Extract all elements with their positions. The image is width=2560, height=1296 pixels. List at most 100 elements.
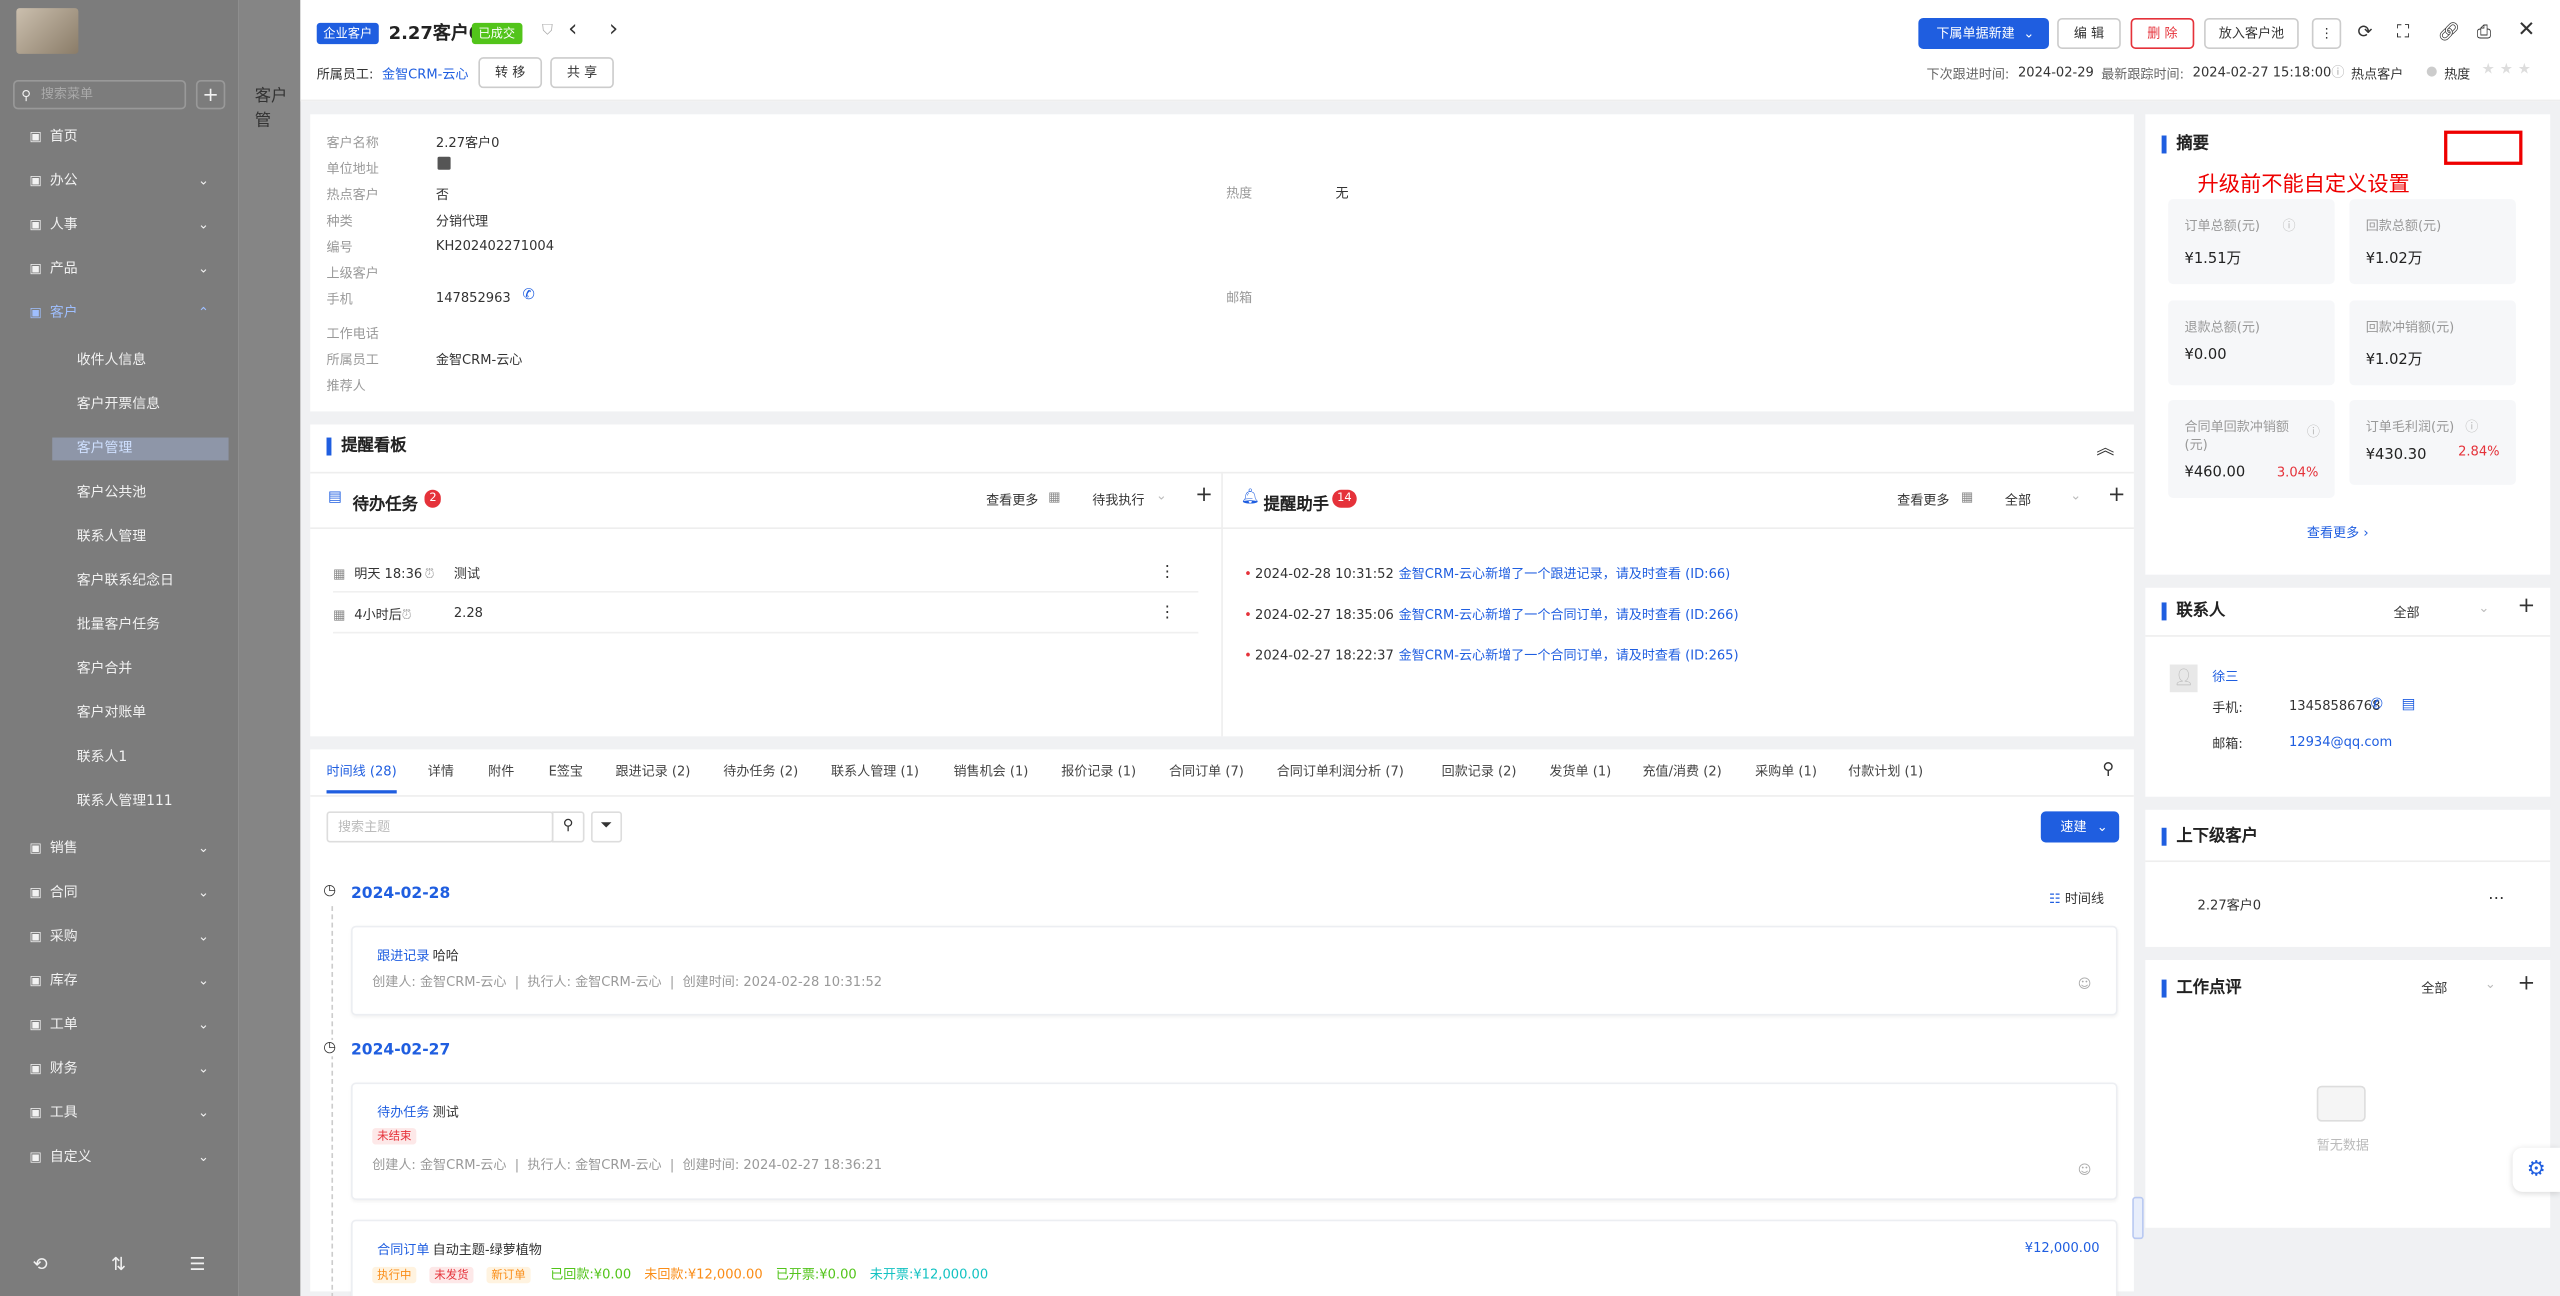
tab[interactable]: 采购单 (1) bbox=[1755, 762, 1817, 780]
smile-icon[interactable]: ☺ bbox=[2078, 1162, 2092, 1177]
sidebar-item[interactable]: ▣ 产品 ⌄ bbox=[29, 258, 222, 281]
more-vertical-icon[interactable]: ⋮ bbox=[1159, 604, 1175, 622]
todo-row[interactable]: ▦ 4小时后 ⏰︎ 2.28 ⋮ bbox=[333, 604, 1199, 634]
sidebar-subitem[interactable]: 收件人信息 bbox=[77, 349, 146, 372]
prev-record-icon[interactable]: ‹ bbox=[568, 16, 577, 42]
reminder-text[interactable]: 金智CRM-云心新增了一个合同订单，请及时查看 (ID:265) bbox=[1399, 648, 1739, 663]
more-actions-icon[interactable]: ⋮ bbox=[2311, 17, 2342, 49]
contacts-filter-select[interactable]: 全部 bbox=[2393, 604, 2419, 622]
fullscreen-icon[interactable]: ⛶ bbox=[2397, 21, 2410, 44]
tab[interactable]: 充值/消费 (2) bbox=[1642, 762, 1721, 780]
reminder-row[interactable]: • 2024-02-27 18:22:37 金智CRM-云心新增了一个合同订单，请及… bbox=[1244, 647, 2109, 665]
panel-resize-handle[interactable] bbox=[2132, 1196, 2144, 1240]
add-contact-icon[interactable]: + bbox=[2518, 594, 2536, 618]
search-icon[interactable]: ⚲ bbox=[551, 811, 585, 843]
sidebar-subitem[interactable]: 客户管理 bbox=[52, 437, 229, 461]
transfer-button[interactable]: 转 移 bbox=[478, 57, 543, 89]
tab[interactable]: 报价记录 (1) bbox=[1061, 762, 1136, 780]
more-icon[interactable]: ⋯ bbox=[2488, 890, 2504, 908]
sidebar-subitem[interactable]: 联系人管理 bbox=[77, 526, 146, 549]
tab[interactable]: 待办任务 (2) bbox=[723, 762, 798, 780]
sidebar-item[interactable]: ▣ 合同 ⌄ bbox=[29, 882, 222, 905]
tab[interactable]: 销售机会 (1) bbox=[953, 762, 1028, 780]
map-icon[interactable] bbox=[437, 156, 451, 170]
search-icon[interactable]: ⚲ bbox=[2102, 761, 2114, 779]
sidebar-item[interactable]: ▣ 库存 ⌄ bbox=[29, 970, 222, 993]
heat-stars-icon[interactable]: ★★★ bbox=[2482, 62, 2536, 78]
todo-more-link[interactable]: 查看更多 bbox=[986, 491, 1038, 509]
tab[interactable]: 联系人管理 (1) bbox=[831, 762, 919, 780]
sidebar-item[interactable]: ▣ 采购 ⌄ bbox=[29, 926, 222, 949]
sidebar-subitem[interactable]: 客户联系纪念日 bbox=[77, 570, 174, 593]
message-icon[interactable]: ▤ bbox=[2402, 697, 2416, 713]
collapse-icon[interactable]: ︽ bbox=[2096, 434, 2114, 460]
menu-search-input[interactable]: 搜索菜单 bbox=[13, 79, 187, 110]
sidebar-subitem[interactable]: 客户公共池 bbox=[77, 482, 146, 505]
parent-child-item[interactable]: 2.27客户0 bbox=[2198, 896, 2262, 914]
sidebar-subitem[interactable]: 联系人管理111 bbox=[77, 790, 173, 813]
sidebar-subitem[interactable]: 客户开票信息 bbox=[77, 393, 160, 416]
assistant-float-icon[interactable]: ⚙ bbox=[2512, 1147, 2560, 1192]
sidebar-item[interactable]: ▣ 人事 ⌄ bbox=[29, 214, 222, 237]
sidebar-subitem[interactable]: 联系人1 bbox=[77, 746, 127, 769]
tab[interactable]: 附件 bbox=[488, 762, 514, 780]
sidebar-item[interactable]: ▣ 销售 ⌄ bbox=[29, 838, 222, 861]
tab[interactable]: 回款记录 (2) bbox=[1442, 762, 1517, 780]
refresh-icon[interactable]: ⟳ bbox=[2358, 21, 2373, 42]
more-vertical-icon[interactable]: ⋮ bbox=[1159, 563, 1175, 581]
sidebar-item[interactable]: ▣ 财务 ⌄ bbox=[29, 1058, 222, 1081]
sidebar-item[interactable]: ▣ 工单 ⌄ bbox=[29, 1014, 222, 1037]
calendar-icon[interactable]: ▦ bbox=[1961, 490, 1973, 505]
timeline-entry[interactable]: 待办任务 测试 未结束 创建人: 金智CRM-云心 | 执行人: 金智CRM-云心 |… bbox=[351, 1082, 2118, 1200]
toggle-icon[interactable]: ● bbox=[2426, 64, 2437, 79]
contact-name-link[interactable]: 徐三 bbox=[2212, 668, 2238, 686]
sidebar-item[interactable]: ▣ 首页 bbox=[29, 126, 222, 149]
reminder-text[interactable]: 金智CRM-云心新增了一个跟进记录，请及时查看 (ID:66) bbox=[1399, 567, 1731, 582]
tab[interactable]: 时间线 (28) bbox=[326, 762, 397, 794]
work-review-filter-select[interactable]: 全部 bbox=[2421, 980, 2447, 998]
smile-icon[interactable]: ☺ bbox=[2078, 976, 2092, 991]
tab[interactable]: 付款计划 (1) bbox=[1848, 762, 1923, 780]
sidebar-item[interactable]: ▣ 客户 ⌃ bbox=[29, 302, 222, 325]
tab[interactable]: 发货单 (1) bbox=[1549, 762, 1611, 780]
reminder-row[interactable]: • 2024-02-28 10:31:52 金智CRM-云心新增了一个跟进记录，请及… bbox=[1244, 565, 2109, 583]
summary-more-link[interactable]: 查看更多 › bbox=[2307, 524, 2369, 542]
next-record-icon[interactable]: › bbox=[609, 16, 618, 42]
reminder-text[interactable]: 金智CRM-云心新增了一个合同订单，请及时查看 (ID:266) bbox=[1399, 607, 1739, 622]
timeline-entry[interactable]: 跟进记录 哈哈 创建人: 金智CRM-云心 | 执行人: 金智CRM-云心 | 创建… bbox=[351, 925, 2118, 1016]
link-icon[interactable]: 🔗︎ bbox=[2438, 21, 2461, 42]
add-todo-icon[interactable]: + bbox=[1195, 483, 1213, 507]
new-doc-button[interactable]: 下属单据新建 ⌄ bbox=[1918, 17, 2049, 49]
tab[interactable]: 合同订单利润分析 (7) bbox=[1277, 762, 1404, 780]
add-menu-button[interactable]: + bbox=[195, 79, 226, 110]
tab[interactable]: 跟进记录 (2) bbox=[616, 762, 691, 780]
sidebar-subitem[interactable]: 批量客户任务 bbox=[77, 614, 160, 637]
reminder-row[interactable]: • 2024-02-27 18:35:06 金智CRM-云心新增了一个合同订单，请及… bbox=[1244, 606, 2109, 624]
phone-call-icon[interactable]: ✆ bbox=[2371, 697, 2383, 713]
tab[interactable]: E签宝 bbox=[549, 762, 583, 780]
add-reminder-icon[interactable]: + bbox=[2108, 483, 2126, 507]
timeline-search-input[interactable]: 搜索主题 bbox=[326, 811, 554, 843]
owner-link[interactable]: 金智CRM-云心 bbox=[382, 65, 468, 83]
calendar-icon[interactable]: ▦ bbox=[1048, 490, 1060, 505]
quick-new-button[interactable]: 速建 ⌄ bbox=[2040, 811, 2120, 843]
sidebar-subitem[interactable]: 客户合并 bbox=[77, 658, 133, 681]
delete-button[interactable]: 删 除 bbox=[2130, 17, 2195, 49]
assistant-filter-select[interactable]: 全部 bbox=[2005, 491, 2031, 509]
add-review-icon[interactable]: + bbox=[2518, 971, 2536, 995]
edit-button[interactable]: 编 辑 bbox=[2057, 17, 2121, 49]
settings-icon[interactable]: ⇅ bbox=[111, 1254, 126, 1275]
filter-icon[interactable]: ⏷ bbox=[591, 811, 623, 843]
tab[interactable]: 合同订单 (7) bbox=[1169, 762, 1244, 780]
timeline-mode-toggle[interactable]: ☷ 时间线 bbox=[2049, 890, 2104, 908]
contact-email-link[interactable]: 12934@qq.com bbox=[2289, 735, 2392, 750]
sidebar-item[interactable]: ▣ 自定义 ⌄ bbox=[29, 1146, 222, 1169]
share-button[interactable]: 共 享 bbox=[550, 57, 614, 89]
sidebar-item[interactable]: ▣ 工具 ⌄ bbox=[29, 1102, 222, 1125]
tab[interactable]: 详情 bbox=[428, 762, 454, 780]
assistant-more-link[interactable]: 查看更多 bbox=[1897, 491, 1949, 509]
todo-filter-select[interactable]: 待我执行 bbox=[1092, 491, 1144, 509]
sidebar-item[interactable]: ▣ 办公 ⌄ bbox=[29, 170, 222, 193]
print-icon[interactable]: ⎙ bbox=[2477, 21, 2491, 44]
phone-call-icon[interactable]: ✆ bbox=[522, 287, 534, 303]
